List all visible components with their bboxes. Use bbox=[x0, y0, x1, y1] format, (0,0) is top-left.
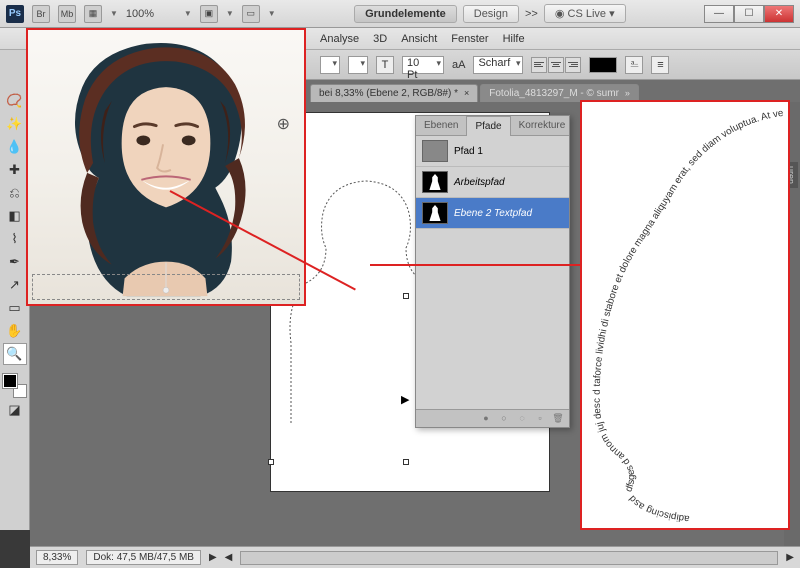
align-right-button[interactable] bbox=[565, 57, 581, 73]
transform-handle[interactable] bbox=[403, 293, 409, 299]
cursor-arrow: ▶ bbox=[401, 393, 409, 406]
doc-tab-active[interactable]: bei 8,33% (Ebene 2, RGB/8#) *× bbox=[310, 84, 478, 102]
path-row-selected[interactable]: Ebene 2 Textpfad bbox=[416, 198, 569, 229]
annotation-line bbox=[370, 264, 580, 266]
textpath-callout: adipiscing asd dfsges d annom juj desc d… bbox=[580, 100, 790, 530]
workspace-more[interactable]: >> bbox=[525, 8, 538, 20]
tool-eraser[interactable]: ◧ bbox=[3, 205, 27, 227]
register-mark-icon: ⊕ bbox=[277, 114, 290, 134]
font-size-dropdown[interactable]: 10 Pt bbox=[402, 56, 444, 74]
tool-blur[interactable]: ⌇ bbox=[3, 228, 27, 250]
view-rulers-icon[interactable]: ▦ bbox=[84, 5, 102, 23]
svg-text:adipiscing asd dfsges d annom: adipiscing asd dfsges d annom juj desc d… bbox=[582, 102, 785, 524]
tab-pfade[interactable]: Pfade bbox=[466, 116, 510, 136]
cslive-button[interactable]: ◉ CS Live ▾ bbox=[544, 4, 626, 23]
scroll-right-icon[interactable]: ▶ bbox=[786, 552, 794, 563]
paths-panel: Ebenen Pfade Korrekture Pfad 1 Arbeitspf… bbox=[415, 115, 570, 428]
menu-ansicht[interactable]: Ansicht bbox=[401, 33, 437, 45]
tool-pen[interactable]: ✒ bbox=[3, 251, 27, 273]
maximize-button[interactable]: ☐ bbox=[734, 5, 764, 23]
quickmask-button[interactable]: ◪ bbox=[3, 399, 27, 421]
status-zoom[interactable]: 8,33% bbox=[36, 550, 78, 565]
tab-korrekturen[interactable]: Korrekture bbox=[511, 116, 574, 135]
chevron-right-icon: » bbox=[625, 88, 630, 98]
path-text: adipiscing asd dfsges d annom juj desc d… bbox=[582, 102, 785, 524]
close-button[interactable]: ✕ bbox=[764, 5, 794, 23]
stroke-path-icon[interactable]: ○ bbox=[497, 412, 511, 424]
tool-shape[interactable]: ▭ bbox=[3, 297, 27, 319]
align-center-button[interactable] bbox=[548, 57, 564, 73]
font-family-dropdown[interactable] bbox=[320, 56, 340, 74]
tab-ebenen[interactable]: Ebenen bbox=[416, 116, 466, 135]
marquee-selection bbox=[32, 274, 300, 300]
arrange-icon[interactable]: ▣ bbox=[200, 5, 218, 23]
path-to-sel-icon[interactable]: ◌ bbox=[515, 412, 529, 424]
workspace-grundelemente[interactable]: Grundelemente bbox=[354, 5, 457, 23]
menu-analyse[interactable]: Analyse bbox=[320, 33, 359, 45]
panel-footer: ● ○ ◌ ▫ 🗑 bbox=[416, 409, 569, 427]
status-docinfo[interactable]: Dok: 47,5 MB/47,5 MB bbox=[86, 550, 201, 565]
align-left-button[interactable] bbox=[531, 57, 547, 73]
scroll-left-icon[interactable]: ◀ bbox=[225, 552, 233, 563]
bridge-icon[interactable]: Br bbox=[32, 5, 50, 23]
tool-zoom[interactable]: 🔍 bbox=[3, 343, 27, 365]
type-tool-indicator: T bbox=[376, 56, 394, 74]
close-icon[interactable]: × bbox=[464, 88, 469, 98]
menu-fenster[interactable]: Fenster bbox=[451, 33, 488, 45]
text-color-swatch[interactable] bbox=[589, 57, 617, 73]
title-bar: Ps Br Mb ▦▼ 100%▼ ▣▼ ▭▼ Grundelemente De… bbox=[0, 0, 800, 28]
antialias-label: aA bbox=[452, 59, 465, 71]
tool-stamp[interactable]: ⎌ bbox=[3, 182, 27, 204]
trash-icon[interactable]: 🗑 bbox=[551, 412, 565, 424]
warp-text-button[interactable]: ⎁ bbox=[625, 56, 643, 74]
scrollbar-horizontal[interactable] bbox=[240, 551, 778, 565]
minimize-button[interactable]: — bbox=[704, 5, 734, 23]
ps-icon[interactable]: Ps bbox=[6, 5, 24, 23]
workspace-design[interactable]: Design bbox=[463, 5, 519, 23]
char-panel-button[interactable]: ≡ bbox=[651, 56, 669, 74]
panel-empty-area[interactable] bbox=[416, 229, 569, 409]
path-row[interactable]: Pfad 1 bbox=[416, 136, 569, 167]
tool-path[interactable]: ↗ bbox=[3, 274, 27, 296]
screen-mode-icon[interactable]: ▭ bbox=[242, 5, 260, 23]
antialias-dropdown[interactable]: Scharf bbox=[473, 56, 523, 74]
color-swatches[interactable] bbox=[3, 374, 27, 398]
status-bar: 8,33% Dok: 47,5 MB/47,5 MB ▶ ◀ ▶ bbox=[30, 546, 800, 568]
new-path-icon[interactable]: ▫ bbox=[533, 412, 547, 424]
tool-lasso[interactable]: 📿 bbox=[3, 90, 27, 112]
text-align-group bbox=[531, 57, 581, 73]
path-row[interactable]: Arbeitspfad bbox=[416, 167, 569, 198]
tool-eyedrop[interactable]: 💧 bbox=[3, 136, 27, 158]
minibridge-icon[interactable]: Mb bbox=[58, 5, 76, 23]
transform-handle[interactable] bbox=[268, 459, 274, 465]
fill-path-icon[interactable]: ● bbox=[479, 412, 493, 424]
zoom-level[interactable]: 100% bbox=[126, 8, 176, 20]
tool-heal[interactable]: ✚ bbox=[3, 159, 27, 181]
tool-wand[interactable]: ✨ bbox=[3, 113, 27, 135]
tool-hand[interactable]: ✋ bbox=[3, 320, 27, 342]
menu-hilfe[interactable]: Hilfe bbox=[503, 33, 525, 45]
menu-3d[interactable]: 3D bbox=[373, 33, 387, 45]
chevron-right-icon[interactable]: ▶ bbox=[209, 552, 217, 563]
transform-handle[interactable] bbox=[403, 459, 409, 465]
font-style-dropdown[interactable] bbox=[348, 56, 368, 74]
photo-callout: ⊕ bbox=[26, 28, 306, 306]
